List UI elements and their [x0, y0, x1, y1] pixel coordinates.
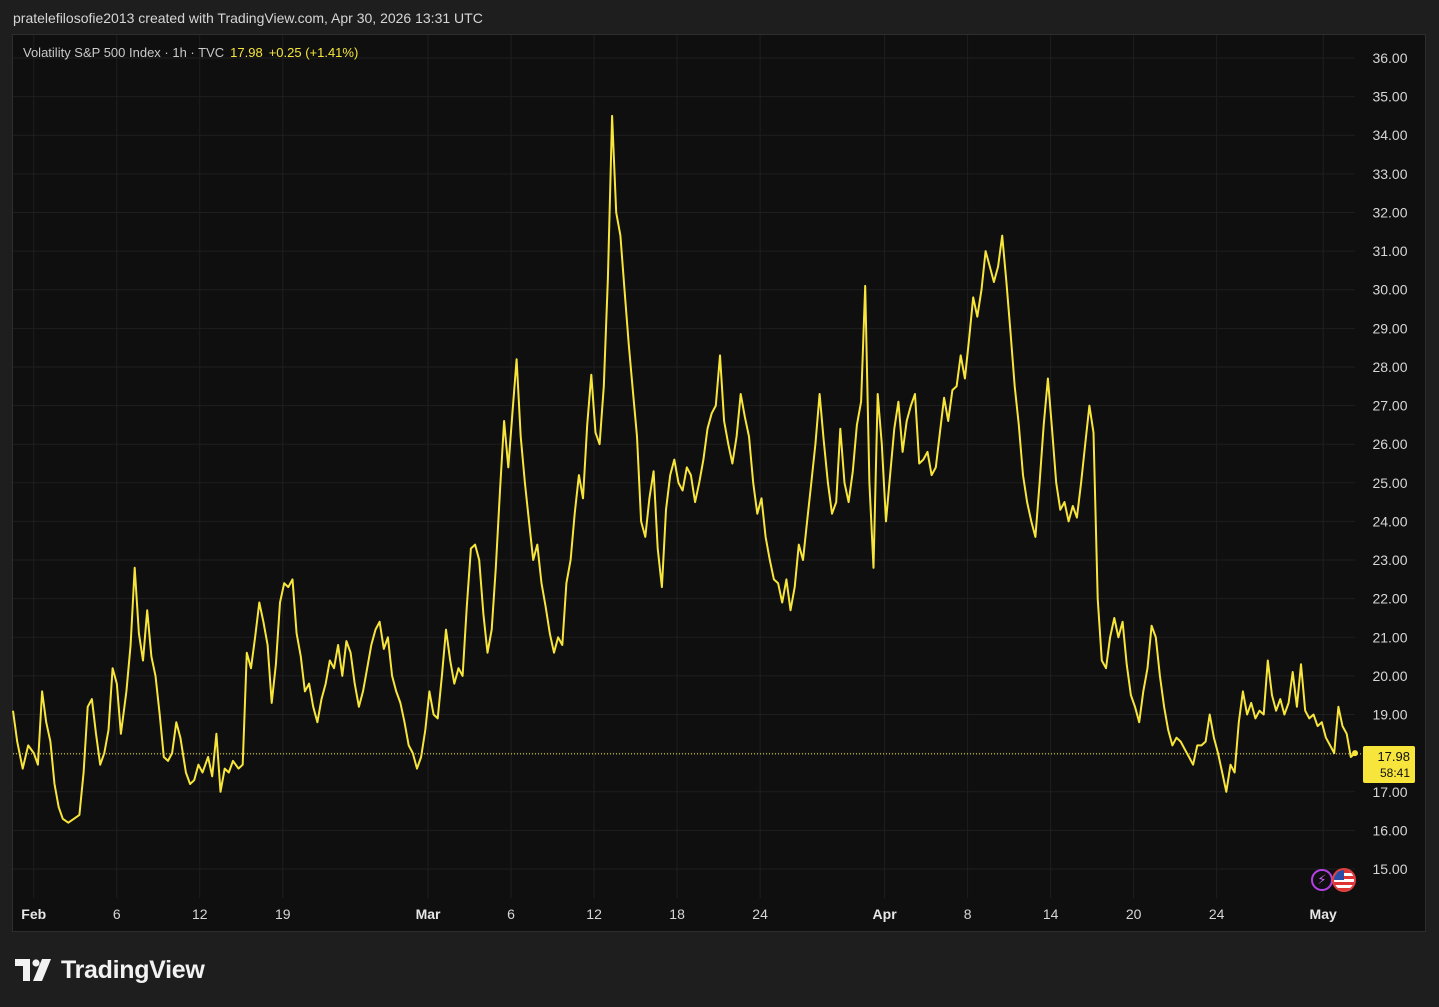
- bar-countdown: 58:41: [1379, 766, 1410, 780]
- x-tick-label: 18: [669, 906, 685, 922]
- y-tick-label: 17.00: [1372, 784, 1407, 800]
- x-tick-label: May: [1310, 906, 1337, 922]
- y-tick-label: 29.00: [1372, 320, 1407, 336]
- y-tick-label: 23.00: [1372, 552, 1407, 568]
- symbol-title: Volatility S&P 500 Index · 1h · TVC: [23, 45, 225, 60]
- tradingview-logo-icon: [15, 959, 51, 981]
- y-tick-label: 15.00: [1372, 861, 1407, 877]
- last-point-marker: [1352, 750, 1358, 757]
- last-price-badge: 17.98 58:41: [1363, 746, 1415, 783]
- y-tick-label: 27.00: [1372, 398, 1407, 414]
- brand-wordmark: TradingView: [61, 955, 205, 984]
- x-tick-label: 6: [507, 906, 515, 922]
- y-tick-label: 31.00: [1372, 243, 1407, 259]
- y-tick-label: 21.00: [1372, 629, 1407, 645]
- y-tick-label: 34.00: [1372, 127, 1407, 143]
- price-series-line: [12, 114, 1356, 824]
- badge-price: 17.98: [1377, 749, 1410, 764]
- x-tick-label: Feb: [21, 906, 46, 922]
- y-tick-label: 16.00: [1372, 822, 1407, 838]
- x-tick-label: 6: [113, 906, 121, 922]
- y-tick-label: 35.00: [1372, 89, 1407, 105]
- price-chart[interactable]: 15.0016.0017.0018.0019.0020.0021.0022.00…: [0, 0, 1439, 1007]
- x-tick-label: 24: [752, 906, 768, 922]
- x-tick-label: 12: [586, 906, 602, 922]
- x-tick-label: 14: [1043, 906, 1059, 922]
- us-flag-icon[interactable]: [1332, 868, 1356, 892]
- y-tick-label: 32.00: [1372, 204, 1407, 220]
- y-tick-label: 19.00: [1372, 707, 1407, 723]
- x-tick-label: 19: [275, 906, 291, 922]
- x-tick-label: Apr: [873, 906, 898, 922]
- lightning-icon[interactable]: ⚡: [1311, 869, 1333, 891]
- y-tick-label: 26.00: [1372, 436, 1407, 452]
- price-change-value: +0.25 (+1.41%): [268, 45, 359, 60]
- y-tick-label: 25.00: [1372, 475, 1407, 491]
- x-tick-label: 20: [1126, 906, 1142, 922]
- x-tick-label: 12: [192, 906, 208, 922]
- x-tick-label: Mar: [416, 906, 441, 922]
- y-tick-label: 30.00: [1372, 282, 1407, 298]
- y-tick-label: 22.00: [1372, 591, 1407, 607]
- symbol-legend[interactable]: Volatility S&P 500 Index · 1h · TVC 17.98…: [23, 45, 358, 60]
- y-tick-label: 24.00: [1372, 513, 1407, 529]
- tradingview-logo: TradingView: [15, 955, 205, 985]
- y-tick-label: 33.00: [1372, 166, 1407, 182]
- y-tick-label: 36.00: [1372, 50, 1407, 66]
- x-tick-label: 8: [964, 906, 972, 922]
- y-tick-label: 20.00: [1372, 668, 1407, 684]
- last-price-value: 17.98: [230, 45, 263, 60]
- y-tick-label: 28.00: [1372, 359, 1407, 375]
- x-tick-label: 24: [1209, 906, 1225, 922]
